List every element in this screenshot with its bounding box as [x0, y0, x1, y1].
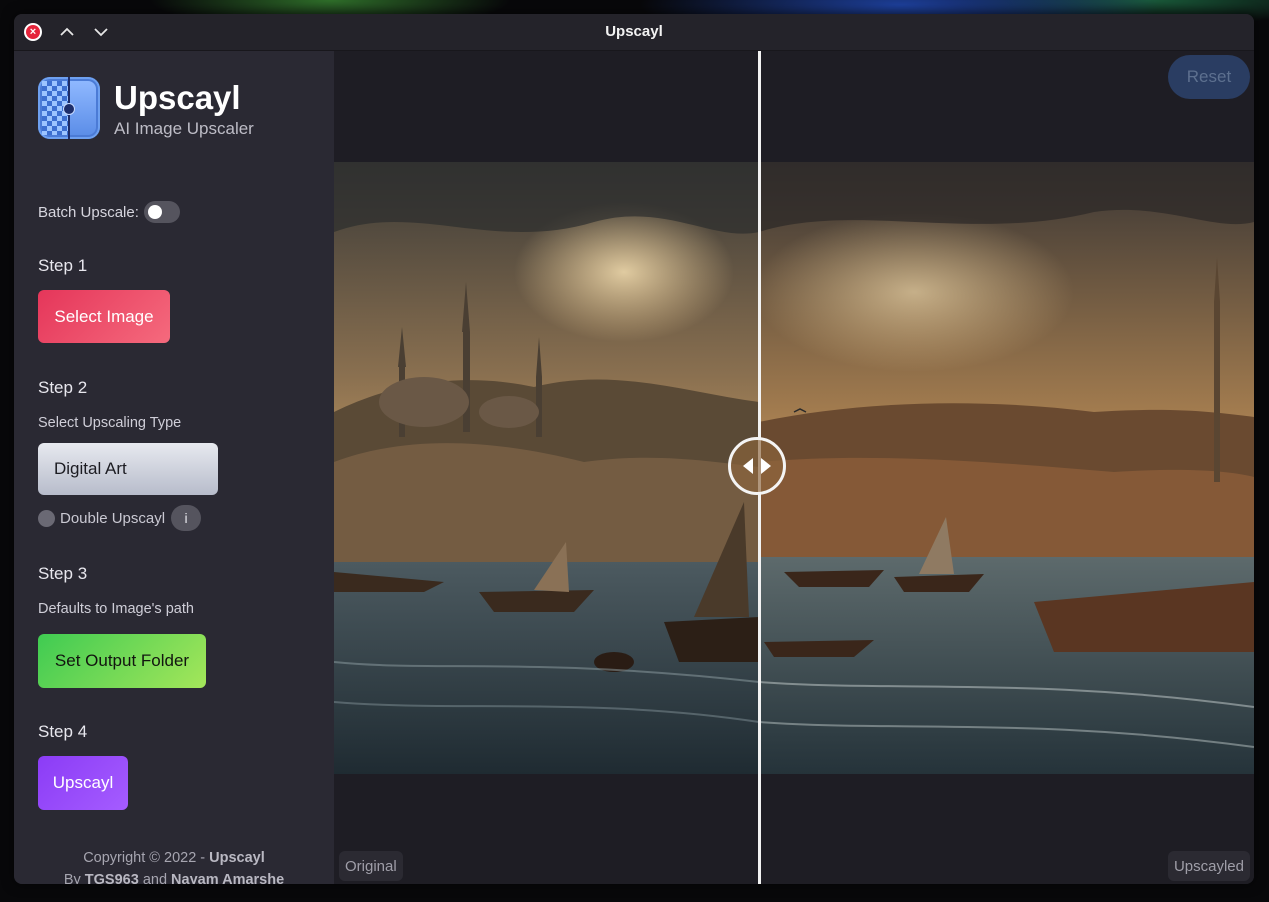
info-icon[interactable]: i — [171, 505, 202, 531]
credit-and: and — [138, 872, 172, 884]
copyright-brand: Upscayl — [209, 850, 265, 866]
author-link-1[interactable]: TGS963 — [85, 872, 139, 884]
step2-hint: Select Upscaling Type — [38, 415, 182, 431]
step3-hint: Defaults to Image's path — [38, 601, 194, 617]
batch-upscale-label: Batch Upscale: — [38, 203, 139, 221]
step2-title: Step 2 — [38, 378, 88, 397]
step1-title: Step 1 — [38, 256, 88, 275]
titlebar: × Upscayl — [14, 14, 1254, 51]
upscayled-label: Upscayled — [1167, 851, 1250, 881]
sidebar: Upscayl AI Image Upscaler Batch Upscale:… — [14, 51, 334, 884]
select-image-button[interactable]: Select Image — [38, 290, 170, 343]
batch-upscale-toggle[interactable] — [143, 201, 180, 223]
original-label: Original — [339, 851, 403, 881]
copyright-prefix: Copyright © 2022 - — [83, 850, 210, 866]
app-window: × Upscayl Upscayl AI Image Upscaler Batc… — [14, 14, 1254, 884]
upscaling-type-select[interactable]: Digital Art — [38, 443, 218, 495]
upscayl-button[interactable]: Upscayl — [38, 756, 128, 810]
author-link-2[interactable]: Nayam Amarshe — [171, 872, 284, 884]
step3-title: Step 3 — [38, 564, 88, 583]
double-upscayl-row: Double Upscayl i — [38, 505, 202, 531]
compare-slider-handle[interactable] — [728, 437, 786, 495]
app-logo — [38, 77, 100, 139]
compare-arrows-icon — [743, 458, 771, 474]
double-upscayl-checkbox[interactable] — [38, 509, 55, 527]
copyright: Copyright © 2022 - Upscayl By TGS963 and… — [14, 847, 334, 884]
app-name: Upscayl — [114, 79, 241, 116]
reset-button[interactable]: Reset — [1168, 55, 1250, 99]
batch-upscale-row: Batch Upscale: — [38, 201, 180, 223]
step4-title: Step 4 — [38, 722, 88, 741]
double-upscayl-label: Double Upscayl — [60, 509, 166, 527]
app-tagline: AI Image Upscaler — [114, 119, 254, 138]
comparison-view: Reset Original Upscayled — [334, 51, 1254, 884]
set-output-folder-button[interactable]: Set Output Folder — [38, 634, 206, 688]
credit-by: By — [63, 872, 85, 884]
window-title: Upscayl — [605, 23, 663, 40]
comparison-image — [334, 162, 1254, 774]
